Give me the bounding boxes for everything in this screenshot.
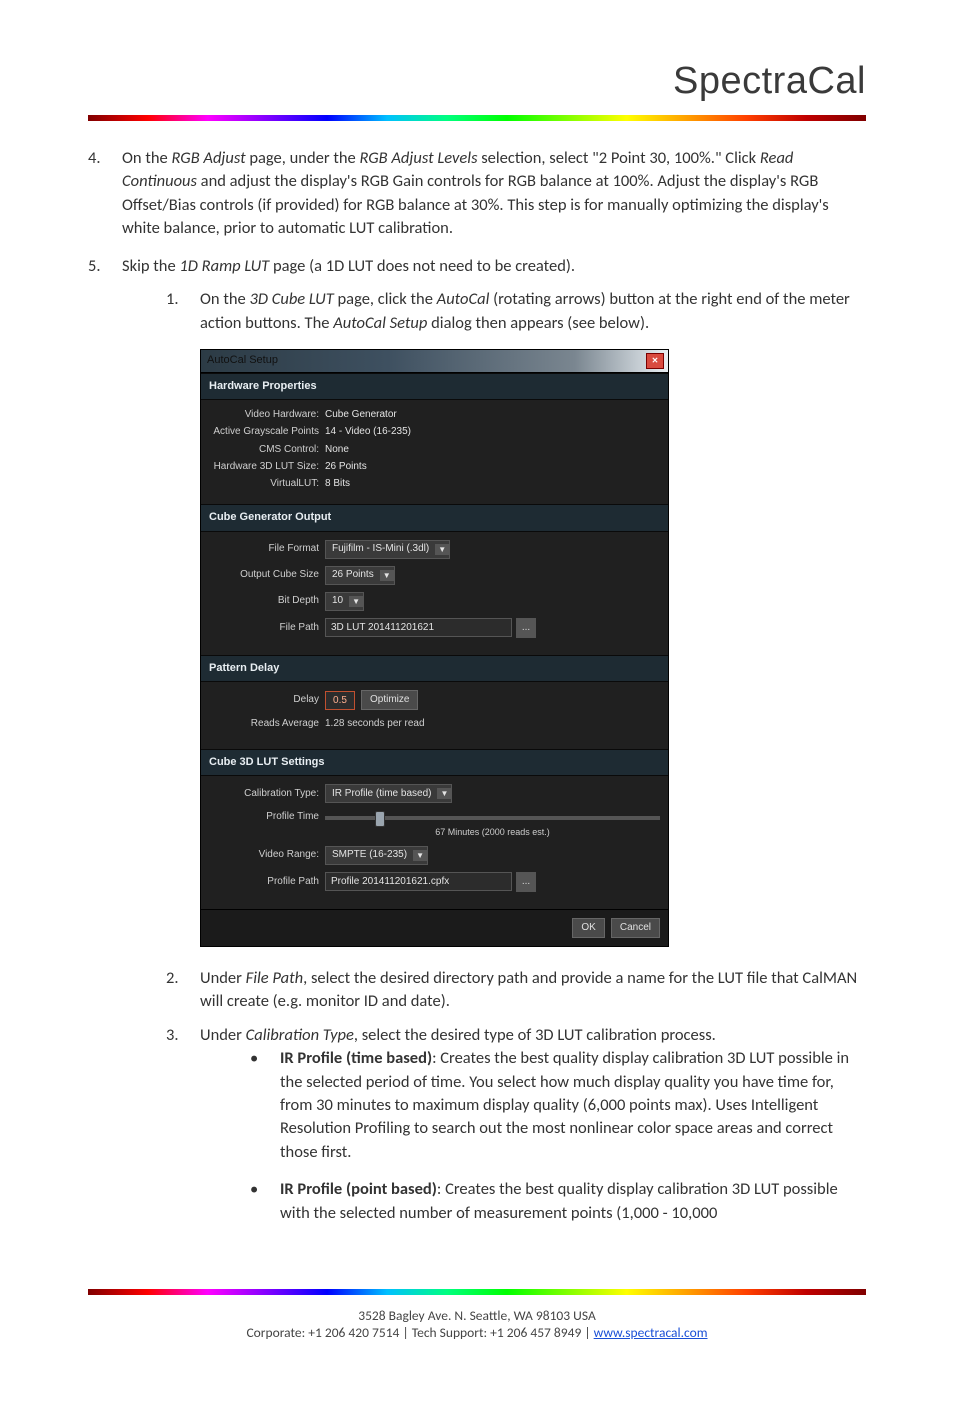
hw-value: 8 Bits (325, 477, 660, 491)
sub-list: 1. On the 3D Cube LUT page, click the Au… (166, 288, 866, 1239)
list-number: 1. (166, 288, 200, 957)
header-rule (88, 115, 866, 121)
hw-value: 26 Points (325, 460, 660, 474)
chevron-down-icon: ▼ (349, 596, 363, 607)
bit-depth-select[interactable]: 10▼ (325, 592, 364, 611)
pd-body: Delay 0.5 Optimize Reads Average 1.28 se… (201, 682, 668, 748)
section-pattern-delay: Pattern Delay (201, 655, 668, 683)
bullet-item: • IR Profile (point based): Creates the … (250, 1178, 866, 1225)
bullet-item: • IR Profile (time based): Creates the b… (250, 1047, 866, 1164)
bullet-icon: • (250, 1047, 280, 1164)
main-list: 4. On the RGB Adjust page, under the RGB… (88, 147, 866, 1249)
hw-label: VirtualLUT: (209, 477, 325, 491)
delay-label: Delay (209, 693, 325, 707)
footer-address: 3528 Bagley Ave. N. Seattle, WA 98103 US… (88, 1307, 866, 1324)
hardware-properties-body: Video Hardware:Cube Generator Active Gra… (201, 400, 668, 504)
autocal-dialog: AutoCal Setup ✕ Hardware Properties Vide… (200, 349, 669, 947)
profile-path-input[interactable]: Profile 201411201621.cpfx (325, 872, 512, 891)
slider-thumb[interactable] (375, 811, 385, 827)
bit-depth-label: Bit Depth (209, 594, 325, 608)
video-range-label: Video Range: (209, 848, 325, 862)
ok-button[interactable]: OK (572, 918, 604, 938)
cancel-button[interactable]: Cancel (611, 918, 660, 938)
content: 4. On the RGB Adjust page, under the RGB… (88, 147, 866, 1249)
file-path-label: File Path (209, 621, 325, 635)
cgo-body: File Format Fujifilm - IS-Mini (.3dl)▼ O… (201, 532, 668, 655)
dialog-wrap: AutoCal Setup ✕ Hardware Properties Vide… (200, 349, 866, 947)
profile-time-slider[interactable] (325, 816, 660, 820)
list-body: On the RGB Adjust page, under the RGB Ad… (122, 147, 866, 241)
close-icon[interactable]: ✕ (646, 353, 664, 369)
browse-button[interactable]: ... (516, 872, 536, 892)
output-cube-size-select[interactable]: 26 Points▼ (325, 566, 395, 585)
delay-input[interactable]: 0.5 (325, 691, 355, 710)
list-item-4: 4. On the RGB Adjust page, under the RGB… (88, 147, 866, 241)
dialog-title: AutoCal Setup (201, 350, 642, 372)
list-item-5: 5. Skip the 1D Ramp LUT page (a 1D LUT d… (88, 255, 866, 1249)
section-cube-generator-output: Cube Generator Output (201, 504, 668, 532)
footer-tech: Tech Support: +1 206 457 8949 (412, 1324, 582, 1341)
file-path-input[interactable]: 3D LUT 201411201621 (325, 618, 512, 637)
hw-value: Cube Generator (325, 408, 660, 422)
reads-average-label: Reads Average (209, 717, 325, 731)
footer-link[interactable]: www.spectracal.com (594, 1324, 708, 1341)
profile-time-caption: 67 Minutes (2000 reads est.) (325, 826, 660, 839)
chevron-down-icon: ▼ (413, 850, 427, 861)
chevron-down-icon: ▼ (437, 788, 451, 799)
footer: 3528 Bagley Ave. N. Seattle, WA 98103 US… (88, 1307, 866, 1341)
hw-label: Active Grayscale Points (209, 425, 325, 439)
c3-body: Calibration Type: IR Profile (time based… (201, 776, 668, 909)
bullet-icon: • (250, 1178, 280, 1225)
hw-label: Video Hardware: (209, 408, 325, 422)
footer-rule (88, 1289, 866, 1295)
list-number: 5. (88, 255, 122, 1249)
dialog-buttons: OK Cancel (201, 909, 668, 946)
dialog-titlebar[interactable]: AutoCal Setup ✕ (201, 350, 668, 373)
sub-item-1: 1. On the 3D Cube LUT page, click the Au… (166, 288, 866, 957)
hw-label: CMS Control: (209, 443, 325, 457)
optimize-button[interactable]: Optimize (361, 690, 418, 710)
file-format-label: File Format (209, 542, 325, 556)
footer-corporate: Corporate: +1 206 420 7514 (246, 1324, 399, 1341)
section-cube-3d-lut-settings: Cube 3D LUT Settings (201, 749, 668, 777)
list-number: 2. (166, 967, 200, 1014)
chevron-down-icon: ▼ (435, 544, 449, 555)
page: SpectraCal 4. On the RGB Adjust page, un… (0, 0, 954, 1421)
calibration-type-label: Calibration Type: (209, 787, 325, 801)
hw-label: Hardware 3D LUT Size: (209, 460, 325, 474)
browse-button[interactable]: ... (516, 618, 536, 638)
bullet-list: • IR Profile (time based): Creates the b… (250, 1047, 866, 1225)
list-number: 3. (166, 1024, 200, 1239)
output-cube-size-label: Output Cube Size (209, 568, 325, 582)
section-hardware-properties: Hardware Properties (201, 373, 668, 401)
profile-time-label: Profile Time (209, 810, 325, 824)
chevron-down-icon: ▼ (380, 570, 394, 581)
sub-item-2: 2. Under File Path, select the desired d… (166, 967, 866, 1014)
reads-average-value: 1.28 seconds per read (325, 717, 425, 731)
video-range-select[interactable]: SMPTE (16-235)▼ (325, 846, 428, 865)
hw-value: 14 - Video (16-235) (325, 425, 660, 439)
list-body: Skip the 1D Ramp LUT page (a 1D LUT does… (122, 255, 866, 1249)
hw-value: None (325, 443, 660, 457)
file-format-select[interactable]: Fujifilm - IS-Mini (.3dl)▼ (325, 540, 450, 559)
sub-item-3: 3. Under Calibration Type, select the de… (166, 1024, 866, 1239)
list-number: 4. (88, 147, 122, 241)
brand-logo: SpectraCal (88, 60, 866, 103)
calibration-type-select[interactable]: IR Profile (time based)▼ (325, 784, 452, 803)
profile-path-label: Profile Path (209, 875, 325, 889)
